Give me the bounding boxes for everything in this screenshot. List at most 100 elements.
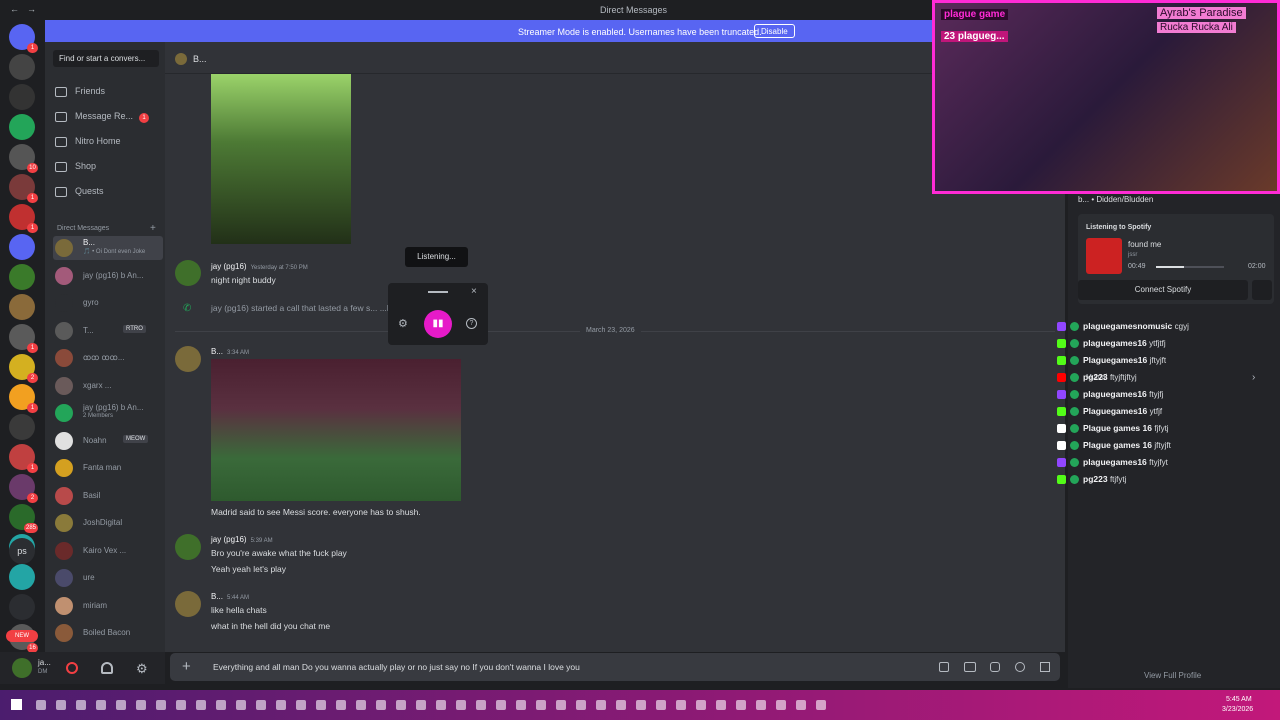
- add-friend-icon[interactable]: [1252, 280, 1272, 300]
- message-author[interactable]: B... 3:34 AM: [211, 347, 249, 356]
- server-icon[interactable]: 1: [9, 174, 38, 203]
- message-avatar[interactable]: [175, 534, 201, 560]
- taskbar-app-icon[interactable]: [176, 700, 186, 710]
- taskbar-app-icon[interactable]: [56, 700, 66, 710]
- taskbar-app-icon[interactable]: [236, 700, 246, 710]
- taskbar-app-icon[interactable]: [376, 700, 386, 710]
- nav-item-message-re-[interactable]: Message Re... 1: [55, 111, 150, 123]
- taskbar-app-icon[interactable]: [276, 700, 286, 710]
- taskbar-app-icon[interactable]: [476, 700, 486, 710]
- shared-gif-stadium[interactable]: [211, 359, 461, 501]
- dm-item[interactable]: Basil: [53, 484, 163, 508]
- song-title[interactable]: found me: [1128, 240, 1161, 249]
- shared-image-girl[interactable]: [211, 74, 351, 244]
- message-avatar[interactable]: [175, 591, 201, 617]
- apps-icon[interactable]: [1040, 662, 1050, 672]
- add-dm-icon[interactable]: +: [150, 223, 156, 234]
- server-icon[interactable]: 1: [9, 24, 38, 53]
- server-icon[interactable]: 1: [9, 324, 38, 353]
- dm-item[interactable]: Boiled Bacon: [53, 621, 163, 645]
- taskbar-app-icon[interactable]: [76, 700, 86, 710]
- nav-arrows[interactable]: ←→: [10, 4, 44, 14]
- taskbar-app-icon[interactable]: [96, 700, 106, 710]
- message-avatar[interactable]: [175, 260, 201, 286]
- taskbar-app-icon[interactable]: [656, 700, 666, 710]
- server-icon[interactable]: [9, 54, 35, 80]
- start-icon[interactable]: [11, 699, 22, 710]
- dm-item[interactable]: ure: [53, 566, 163, 590]
- taskbar-app-icon[interactable]: [316, 700, 326, 710]
- dm-item[interactable]: Kairo Vex ...: [53, 539, 163, 563]
- chat-header-name[interactable]: B...: [193, 54, 207, 64]
- dm-item[interactable]: Fanta man: [53, 456, 163, 480]
- taskbar-app-icon[interactable]: [396, 700, 406, 710]
- taskbar-app-icon[interactable]: [36, 700, 46, 710]
- taskbar-app-icon[interactable]: [636, 700, 646, 710]
- dm-item[interactable]: T... RTRO: [53, 319, 163, 343]
- help-icon[interactable]: ?: [466, 318, 477, 329]
- headset-icon[interactable]: [101, 662, 113, 674]
- taskbar-app-icon[interactable]: [556, 700, 566, 710]
- nav-item-nitro-home[interactable]: Nitro Home: [55, 136, 121, 147]
- taskbar-app-icon[interactable]: [196, 700, 206, 710]
- server-icon[interactable]: [9, 264, 35, 290]
- disable-streamer-mode-button[interactable]: Disable: [754, 24, 795, 38]
- taskbar-app-icon[interactable]: [816, 700, 826, 710]
- search-conversation-input[interactable]: Find or start a convers...: [53, 50, 159, 67]
- dm-item[interactable]: xgarx ...: [53, 374, 163, 398]
- nav-item-quests[interactable]: Quests: [55, 186, 104, 197]
- artist-name[interactable]: jssr: [1128, 252, 1137, 258]
- server-icon[interactable]: 1: [9, 444, 38, 473]
- server-icon[interactable]: [9, 294, 35, 320]
- message-author[interactable]: jay (pg16) Yesterday at 7:50 PM: [211, 262, 308, 271]
- dm-item[interactable]: jay (pg16) b An... 2 Members: [53, 401, 163, 425]
- nav-item-friends[interactable]: Friends: [55, 86, 105, 97]
- taskbar-app-icon[interactable]: [156, 700, 166, 710]
- dm-item[interactable]: gyro: [53, 291, 163, 315]
- nav-item-shop[interactable]: Shop: [55, 161, 96, 172]
- taskbar-app-icon[interactable]: [776, 700, 786, 710]
- taskbar-app-icon[interactable]: [576, 700, 586, 710]
- listening-mic-button[interactable]: ▮▮: [424, 310, 452, 338]
- emoji-icon[interactable]: [1015, 662, 1025, 672]
- add-attachment-icon[interactable]: +: [182, 658, 191, 675]
- taskbar-app-icon[interactable]: [456, 700, 466, 710]
- user-avatar[interactable]: [12, 658, 32, 678]
- taskbar-app-icon[interactable]: [496, 700, 506, 710]
- dm-item[interactable]: JoshDigital: [53, 511, 163, 535]
- taskbar-app-icon[interactable]: [516, 700, 526, 710]
- message-avatar[interactable]: [175, 346, 201, 372]
- message-input[interactable]: Everything and all man Do you wanna actu…: [213, 662, 580, 672]
- connect-spotify-button[interactable]: Connect Spotify: [1078, 280, 1248, 300]
- album-art[interactable]: [1086, 238, 1122, 274]
- taskbar-app-icon[interactable]: [716, 700, 726, 710]
- dm-item[interactable]: miriam: [53, 594, 163, 618]
- taskbar-app-icon[interactable]: [676, 700, 686, 710]
- gif-icon[interactable]: [964, 662, 976, 672]
- taskbar-app-icon[interactable]: [596, 700, 606, 710]
- dm-item[interactable]: ꝏꝏ ꝏꝏ...: [53, 346, 163, 370]
- drag-handle[interactable]: [428, 291, 448, 293]
- message-composer[interactable]: + Everything and all man Do you wanna ac…: [170, 653, 1060, 681]
- settings-icon[interactable]: ⚙: [136, 661, 148, 677]
- server-icon[interactable]: 1: [9, 204, 38, 233]
- server-icon[interactable]: 285: [9, 504, 38, 533]
- server-icon[interactable]: [9, 84, 35, 110]
- taskbar-app-icon[interactable]: [536, 700, 546, 710]
- server-icon[interactable]: [9, 234, 35, 260]
- server-icon[interactable]: [9, 564, 35, 590]
- taskbar-app-icon[interactable]: [696, 700, 706, 710]
- message-author[interactable]: jay (pg16) 5:39 AM: [211, 535, 273, 544]
- server-icon[interactable]: 2: [9, 474, 38, 503]
- server-icon[interactable]: [9, 414, 35, 440]
- taskbar-app-icon[interactable]: [616, 700, 626, 710]
- taskbar-app-icon[interactable]: [756, 700, 766, 710]
- server-icon[interactable]: [9, 594, 35, 620]
- close-icon[interactable]: ×: [471, 286, 477, 297]
- taskbar-app-icon[interactable]: [216, 700, 226, 710]
- taskbar-app-icon[interactable]: [436, 700, 446, 710]
- mute-icon[interactable]: [66, 662, 78, 674]
- gift-icon[interactable]: [939, 662, 949, 672]
- server-icon[interactable]: 2: [9, 354, 38, 383]
- taskbar-app-icon[interactable]: [256, 700, 266, 710]
